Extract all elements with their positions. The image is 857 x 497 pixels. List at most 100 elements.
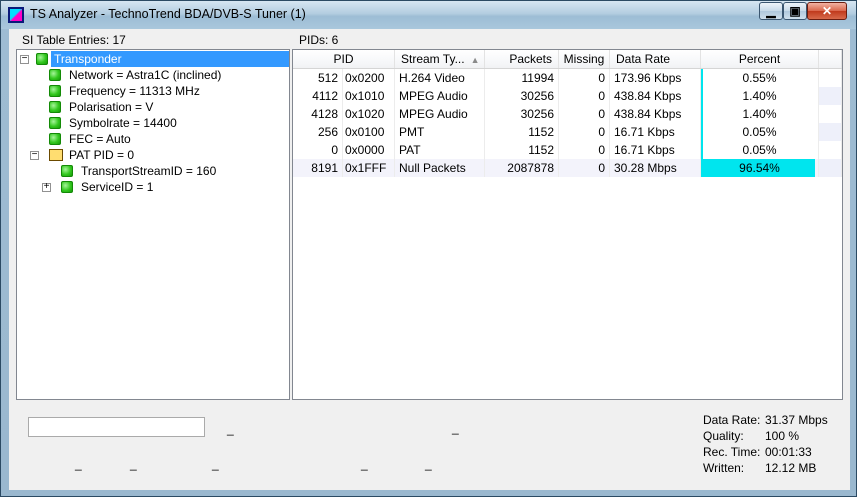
pid-list-header: PID Stream Ty... ▲ Packets Missing Data Rate P… <box>293 50 842 69</box>
stat-value: 31.37 Mbps <box>765 413 828 427</box>
table-row[interactable]: 0 0x0000 PAT 1152 0 16.71 Kbps 0.05% <box>293 141 842 159</box>
close-icon: ✕ <box>821 4 833 18</box>
stat-row: Data Rate: 31.37 Mbps <box>703 413 843 429</box>
cell-missing-text: 0 <box>598 125 605 139</box>
cell-percent-text: 1.40% <box>742 107 777 121</box>
table-row[interactable]: 8191 0x1FFF Null Packets 2087878 0 30.28 Mbps… <box>293 159 842 177</box>
cell-pid-hex-text: 0x1010 <box>345 89 385 103</box>
cell-pid-dec-text: 8191 <box>311 161 338 175</box>
tree-item-label: PAT PID = 0 <box>69 148 135 162</box>
green-node-icon <box>49 117 61 129</box>
cell-pid-hex: 0x1FFF <box>343 159 395 177</box>
window-title: TS Analyzer - TechnoTrend BDA/DVB-S Tune… <box>30 7 306 21</box>
collapse-icon[interactable]: − <box>30 149 39 160</box>
table-row[interactable]: 4112 0x1010 MPEG Audio 30256 0 438.84 Kbps 1.4… <box>293 87 842 105</box>
cell-percent-text: 0.55% <box>742 71 777 85</box>
stat-label: Quality: <box>703 429 744 443</box>
column-header-stream-type[interactable]: Stream Ty... ▲ <box>395 50 485 68</box>
right-status-dash: _ <box>425 457 432 471</box>
cell-packets-text: 1152 <box>528 143 554 157</box>
cell-pid-dec-text: 0 <box>331 143 338 157</box>
cell-pid-hex-text: 0x0000 <box>345 143 385 157</box>
cell-spacer <box>819 87 842 105</box>
expand-icon[interactable]: + <box>42 181 51 192</box>
cell-stream-type: Null Packets <box>395 159 485 177</box>
si-tree-view[interactable]: − Transponder Network = Astra1C (inclined)… <box>16 49 290 400</box>
cell-packets: 11994 <box>485 69 559 87</box>
cell-stream-type: PAT <box>395 141 485 159</box>
collapse-icon[interactable]: − <box>20 53 29 64</box>
pid-list-view[interactable]: PID Stream Ty... ▲ Packets Missing Data Rate P… <box>292 49 843 400</box>
stat-value: 00:01:33 <box>765 445 812 459</box>
cell-packets-text: 30256 <box>520 89 554 103</box>
maximize-button[interactable]: ▣ <box>783 2 807 20</box>
cell-packets-text: 2087878 <box>507 161 554 175</box>
minimize-button[interactable]: ▁ <box>759 2 783 20</box>
expander-glyph: − <box>21 53 28 64</box>
green-node-icon <box>61 181 73 193</box>
cell-missing: 0 <box>559 123 610 141</box>
cell-pid-hex-text: 0x1020 <box>345 107 385 121</box>
green-node-icon <box>61 165 73 177</box>
percent-bar <box>701 123 703 141</box>
column-header-label: Percent <box>738 52 781 66</box>
right-status-dash: _ <box>452 421 459 435</box>
cell-missing: 0 <box>559 141 610 159</box>
cell-missing-text: 0 <box>598 89 605 103</box>
tree-item-label: Network = Astra1C (inclined) <box>69 68 222 82</box>
tree-item[interactable]: TransportStreamID = 160 <box>17 163 289 179</box>
column-header-missing[interactable]: Missing <box>559 50 610 68</box>
cell-stream-type: MPEG Audio <box>395 105 485 123</box>
stat-value: 100 % <box>765 429 800 443</box>
si-table-entries-label: SI Table Entries: 17 <box>22 33 126 47</box>
cell-pid-dec: 512 <box>293 69 343 87</box>
title-bar[interactable]: TS Analyzer - TechnoTrend BDA/DVB-S Tune… <box>1 1 856 29</box>
cell-packets: 1152 <box>485 123 559 141</box>
tree-item-label: Frequency = 11313 MHz <box>69 84 200 98</box>
tree-item[interactable]: FEC = Auto <box>17 131 289 147</box>
cell-missing-text: 0 <box>598 71 605 85</box>
cell-missing: 0 <box>559 159 610 177</box>
cell-packets-text: 11994 <box>521 71 554 85</box>
cell-data-rate: 16.71 Kbps <box>610 141 701 159</box>
left-status-input[interactable] <box>28 417 205 437</box>
minimize-icon: ▁ <box>766 4 776 18</box>
cell-stream-type: PMT <box>395 123 485 141</box>
cell-packets: 2087878 <box>485 159 559 177</box>
tree-item[interactable]: Network = Astra1C (inclined) <box>17 67 289 83</box>
cell-data-rate-text: 173.96 Kbps <box>614 71 682 85</box>
tree-item[interactable]: − PAT PID = 0 <box>17 147 289 163</box>
tree-item[interactable]: − Transponder <box>17 51 289 67</box>
cell-stream-type-text: H.264 Video <box>399 71 465 85</box>
tree-item[interactable]: + ServiceID = 1 <box>17 179 289 195</box>
cell-missing: 0 <box>559 105 610 123</box>
column-header-percent[interactable]: Percent <box>701 50 819 68</box>
tree-item[interactable]: Symbolrate = 14400 <box>17 115 289 131</box>
percent-bar <box>701 87 703 105</box>
close-button[interactable]: ✕ <box>807 2 847 20</box>
cell-pid-hex: 0x0000 <box>343 141 395 159</box>
tree-item[interactable]: Frequency = 11313 MHz <box>17 83 289 99</box>
table-row[interactable]: 256 0x0100 PMT 1152 0 16.71 Kbps 0.05% <box>293 123 842 141</box>
cell-percent: 0.05% <box>701 141 819 159</box>
cell-pid-hex: 0x0200 <box>343 69 395 87</box>
cell-data-rate-text: 16.71 Kbps <box>614 143 675 157</box>
expander-glyph: + <box>43 181 50 192</box>
cell-data-rate-text: 30.28 Mbps <box>614 161 677 175</box>
cell-percent-text: 96.54% <box>739 161 780 175</box>
cell-percent: 1.40% <box>701 87 819 105</box>
stat-label: Data Rate: <box>703 413 761 427</box>
cell-data-rate: 438.84 Kbps <box>610 105 701 123</box>
table-row[interactable]: 4128 0x1020 MPEG Audio 30256 0 438.84 Kbps 1.4… <box>293 105 842 123</box>
column-header-data-rate[interactable]: Data Rate <box>610 50 701 68</box>
table-row[interactable]: 512 0x0200 H.264 Video 11994 0 173.96 Kbps 0.5… <box>293 69 842 87</box>
column-header-packets[interactable]: Packets <box>485 50 559 68</box>
percent-bar <box>701 69 703 87</box>
tree-item[interactable]: Polarisation = V <box>17 99 289 115</box>
cell-data-rate-text: 438.84 Kbps <box>614 89 682 103</box>
cell-pid-dec: 8191 <box>293 159 343 177</box>
cell-pid-dec-text: 4128 <box>311 107 338 121</box>
left-status-dash: _ <box>227 422 234 436</box>
column-header-pid[interactable]: PID <box>293 50 395 68</box>
stat-row: Rec. Time: 00:01:33 <box>703 445 843 461</box>
